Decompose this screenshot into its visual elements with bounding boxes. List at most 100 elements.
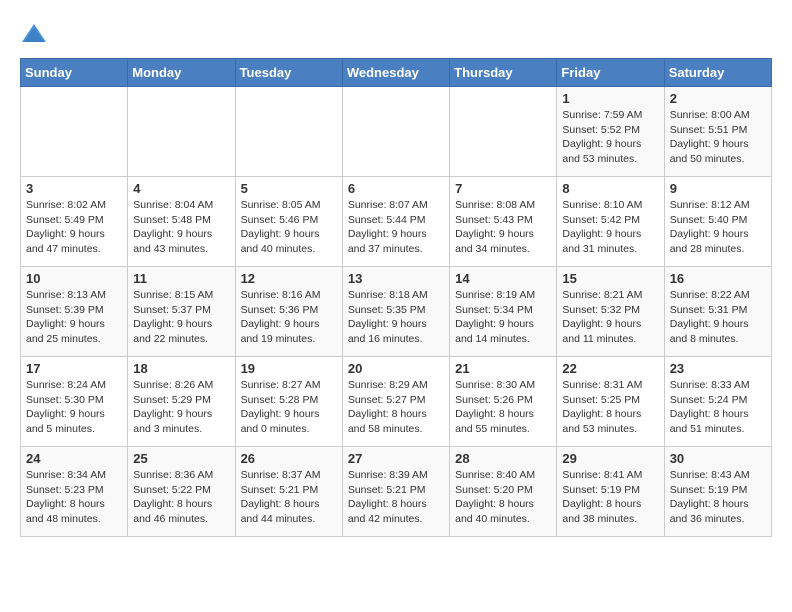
calendar: SundayMondayTuesdayWednesdayThursdayFrid… bbox=[20, 58, 772, 537]
sunset-text: Sunset: 5:31 PM bbox=[670, 304, 748, 316]
day-info: Sunrise: 8:16 AM Sunset: 5:36 PM Dayligh… bbox=[241, 288, 337, 347]
sunset-text: Sunset: 5:48 PM bbox=[133, 214, 211, 226]
calendar-cell: 21 Sunrise: 8:30 AM Sunset: 5:26 PM Dayl… bbox=[450, 357, 557, 447]
day-info: Sunrise: 8:30 AM Sunset: 5:26 PM Dayligh… bbox=[455, 378, 551, 437]
day-number: 5 bbox=[241, 181, 337, 196]
sunset-text: Sunset: 5:32 PM bbox=[562, 304, 640, 316]
day-number: 6 bbox=[348, 181, 444, 196]
sunset-text: Sunset: 5:21 PM bbox=[241, 484, 319, 496]
sunrise-text: Sunrise: 7:59 AM bbox=[562, 109, 642, 121]
sunrise-text: Sunrise: 8:13 AM bbox=[26, 289, 106, 301]
calendar-cell: 13 Sunrise: 8:18 AM Sunset: 5:35 PM Dayl… bbox=[342, 267, 449, 357]
sunrise-text: Sunrise: 8:10 AM bbox=[562, 199, 642, 211]
sunrise-text: Sunrise: 8:40 AM bbox=[455, 469, 535, 481]
daylight-text: Daylight: 9 hours and 43 minutes. bbox=[133, 228, 212, 255]
daylight-text: Daylight: 8 hours and 44 minutes. bbox=[241, 498, 320, 525]
day-info: Sunrise: 8:39 AM Sunset: 5:21 PM Dayligh… bbox=[348, 468, 444, 527]
sunset-text: Sunset: 5:26 PM bbox=[455, 394, 533, 406]
day-info: Sunrise: 8:36 AM Sunset: 5:22 PM Dayligh… bbox=[133, 468, 229, 527]
calendar-week-row: 24 Sunrise: 8:34 AM Sunset: 5:23 PM Dayl… bbox=[21, 447, 772, 537]
calendar-cell: 24 Sunrise: 8:34 AM Sunset: 5:23 PM Dayl… bbox=[21, 447, 128, 537]
calendar-cell bbox=[450, 87, 557, 177]
calendar-cell: 3 Sunrise: 8:02 AM Sunset: 5:49 PM Dayli… bbox=[21, 177, 128, 267]
day-info: Sunrise: 8:26 AM Sunset: 5:29 PM Dayligh… bbox=[133, 378, 229, 437]
calendar-cell: 14 Sunrise: 8:19 AM Sunset: 5:34 PM Dayl… bbox=[450, 267, 557, 357]
sunrise-text: Sunrise: 8:29 AM bbox=[348, 379, 428, 391]
day-info: Sunrise: 8:31 AM Sunset: 5:25 PM Dayligh… bbox=[562, 378, 658, 437]
daylight-text: Daylight: 8 hours and 58 minutes. bbox=[348, 408, 427, 435]
sunset-text: Sunset: 5:35 PM bbox=[348, 304, 426, 316]
daylight-text: Daylight: 9 hours and 53 minutes. bbox=[562, 138, 641, 165]
day-info: Sunrise: 8:33 AM Sunset: 5:24 PM Dayligh… bbox=[670, 378, 766, 437]
day-info: Sunrise: 8:37 AM Sunset: 5:21 PM Dayligh… bbox=[241, 468, 337, 527]
daylight-text: Daylight: 8 hours and 36 minutes. bbox=[670, 498, 749, 525]
daylight-text: Daylight: 9 hours and 31 minutes. bbox=[562, 228, 641, 255]
calendar-cell: 8 Sunrise: 8:10 AM Sunset: 5:42 PM Dayli… bbox=[557, 177, 664, 267]
day-info: Sunrise: 8:43 AM Sunset: 5:19 PM Dayligh… bbox=[670, 468, 766, 527]
header-area bbox=[20, 20, 772, 48]
weekday-header: Sunday bbox=[21, 59, 128, 87]
weekday-header: Tuesday bbox=[235, 59, 342, 87]
daylight-text: Daylight: 9 hours and 11 minutes. bbox=[562, 318, 641, 345]
logo bbox=[20, 20, 52, 48]
day-number: 12 bbox=[241, 271, 337, 286]
day-number: 20 bbox=[348, 361, 444, 376]
daylight-text: Daylight: 9 hours and 16 minutes. bbox=[348, 318, 427, 345]
daylight-text: Daylight: 9 hours and 40 minutes. bbox=[241, 228, 320, 255]
calendar-cell bbox=[21, 87, 128, 177]
calendar-cell bbox=[128, 87, 235, 177]
sunset-text: Sunset: 5:52 PM bbox=[562, 124, 640, 136]
day-number: 27 bbox=[348, 451, 444, 466]
day-info: Sunrise: 8:24 AM Sunset: 5:30 PM Dayligh… bbox=[26, 378, 122, 437]
weekday-header: Monday bbox=[128, 59, 235, 87]
calendar-cell: 19 Sunrise: 8:27 AM Sunset: 5:28 PM Dayl… bbox=[235, 357, 342, 447]
calendar-cell: 15 Sunrise: 8:21 AM Sunset: 5:32 PM Dayl… bbox=[557, 267, 664, 357]
sunset-text: Sunset: 5:36 PM bbox=[241, 304, 319, 316]
calendar-cell bbox=[342, 87, 449, 177]
sunset-text: Sunset: 5:19 PM bbox=[670, 484, 748, 496]
sunset-text: Sunset: 5:21 PM bbox=[348, 484, 426, 496]
daylight-text: Daylight: 9 hours and 0 minutes. bbox=[241, 408, 320, 435]
day-info: Sunrise: 8:22 AM Sunset: 5:31 PM Dayligh… bbox=[670, 288, 766, 347]
daylight-text: Daylight: 9 hours and 37 minutes. bbox=[348, 228, 427, 255]
sunset-text: Sunset: 5:49 PM bbox=[26, 214, 104, 226]
daylight-text: Daylight: 8 hours and 51 minutes. bbox=[670, 408, 749, 435]
day-number: 21 bbox=[455, 361, 551, 376]
day-number: 8 bbox=[562, 181, 658, 196]
calendar-cell: 18 Sunrise: 8:26 AM Sunset: 5:29 PM Dayl… bbox=[128, 357, 235, 447]
sunrise-text: Sunrise: 8:15 AM bbox=[133, 289, 213, 301]
sunrise-text: Sunrise: 8:24 AM bbox=[26, 379, 106, 391]
daylight-text: Daylight: 9 hours and 34 minutes. bbox=[455, 228, 534, 255]
day-number: 18 bbox=[133, 361, 229, 376]
day-info: Sunrise: 8:27 AM Sunset: 5:28 PM Dayligh… bbox=[241, 378, 337, 437]
sunset-text: Sunset: 5:34 PM bbox=[455, 304, 533, 316]
day-number: 11 bbox=[133, 271, 229, 286]
sunrise-text: Sunrise: 8:16 AM bbox=[241, 289, 321, 301]
calendar-cell: 12 Sunrise: 8:16 AM Sunset: 5:36 PM Dayl… bbox=[235, 267, 342, 357]
day-info: Sunrise: 8:19 AM Sunset: 5:34 PM Dayligh… bbox=[455, 288, 551, 347]
calendar-cell: 17 Sunrise: 8:24 AM Sunset: 5:30 PM Dayl… bbox=[21, 357, 128, 447]
day-number: 1 bbox=[562, 91, 658, 106]
calendar-cell: 4 Sunrise: 8:04 AM Sunset: 5:48 PM Dayli… bbox=[128, 177, 235, 267]
sunset-text: Sunset: 5:44 PM bbox=[348, 214, 426, 226]
sunrise-text: Sunrise: 8:31 AM bbox=[562, 379, 642, 391]
calendar-cell: 1 Sunrise: 7:59 AM Sunset: 5:52 PM Dayli… bbox=[557, 87, 664, 177]
calendar-cell: 5 Sunrise: 8:05 AM Sunset: 5:46 PM Dayli… bbox=[235, 177, 342, 267]
calendar-cell: 27 Sunrise: 8:39 AM Sunset: 5:21 PM Dayl… bbox=[342, 447, 449, 537]
day-number: 28 bbox=[455, 451, 551, 466]
calendar-week-row: 3 Sunrise: 8:02 AM Sunset: 5:49 PM Dayli… bbox=[21, 177, 772, 267]
daylight-text: Daylight: 9 hours and 25 minutes. bbox=[26, 318, 105, 345]
daylight-text: Daylight: 8 hours and 46 minutes. bbox=[133, 498, 212, 525]
sunrise-text: Sunrise: 8:34 AM bbox=[26, 469, 106, 481]
sunset-text: Sunset: 5:24 PM bbox=[670, 394, 748, 406]
calendar-cell: 28 Sunrise: 8:40 AM Sunset: 5:20 PM Dayl… bbox=[450, 447, 557, 537]
sunrise-text: Sunrise: 8:27 AM bbox=[241, 379, 321, 391]
calendar-cell: 6 Sunrise: 8:07 AM Sunset: 5:44 PM Dayli… bbox=[342, 177, 449, 267]
day-number: 14 bbox=[455, 271, 551, 286]
calendar-cell: 20 Sunrise: 8:29 AM Sunset: 5:27 PM Dayl… bbox=[342, 357, 449, 447]
day-number: 4 bbox=[133, 181, 229, 196]
calendar-cell: 2 Sunrise: 8:00 AM Sunset: 5:51 PM Dayli… bbox=[664, 87, 771, 177]
day-number: 30 bbox=[670, 451, 766, 466]
calendar-week-row: 17 Sunrise: 8:24 AM Sunset: 5:30 PM Dayl… bbox=[21, 357, 772, 447]
sunset-text: Sunset: 5:25 PM bbox=[562, 394, 640, 406]
